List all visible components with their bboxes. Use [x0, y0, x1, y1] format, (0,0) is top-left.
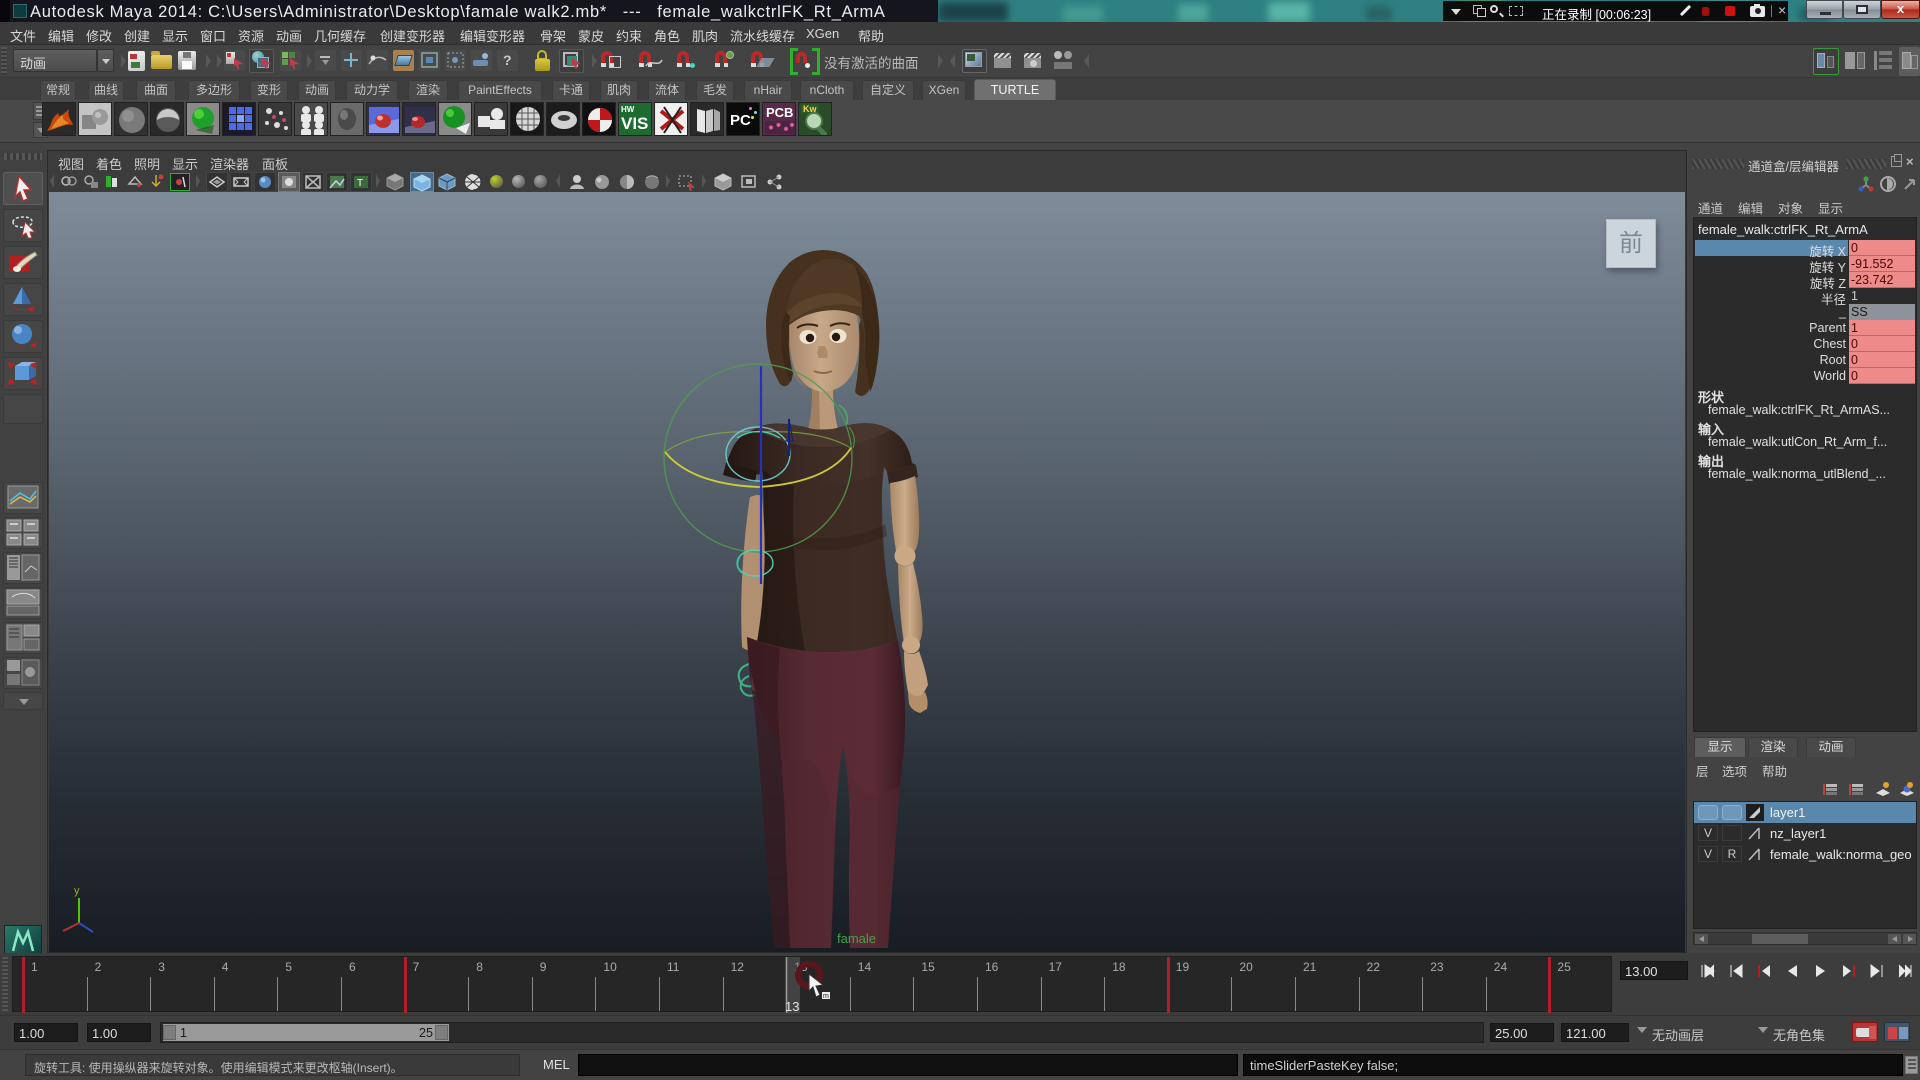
svg-text:T: T — [357, 178, 363, 189]
svg-text:famale: famale — [837, 931, 876, 946]
svg-text:m: m — [823, 993, 829, 1000]
svg-text:y: y — [74, 885, 80, 897]
